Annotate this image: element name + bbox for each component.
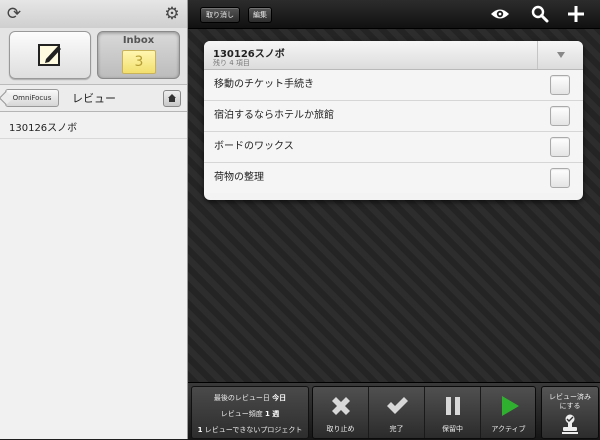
last-review-label: 最後のレビュー日 (213, 394, 270, 402)
main-toolbar: 取り消し 編集 (188, 0, 600, 29)
task-checkbox[interactable] (550, 75, 570, 95)
mark-reviewed-label-line1: レビュー済み (549, 393, 591, 401)
search-icon[interactable] (531, 5, 549, 23)
sidebar-item-label: 130126スノボ (9, 123, 78, 134)
last-review-value: 今日 (272, 394, 287, 402)
task-row[interactable]: 荷物の整理 (204, 163, 583, 193)
complete-button[interactable]: 完了 (369, 387, 425, 438)
inbox-label: Inbox (122, 35, 155, 46)
back-button-label: OmniFocus (12, 94, 52, 102)
last-review-line: 最後のレビュー日 今日 (192, 393, 308, 403)
task-row[interactable]: 移動のチケット手続き (204, 70, 583, 101)
review-info-panel: 最後のレビュー日 今日 レビュー頻度 1 週 1 レビューできないプロジェクト (191, 386, 309, 439)
quick-entry-button[interactable] (9, 31, 91, 79)
inbox-count-badge: 3 (122, 50, 156, 74)
task-row[interactable]: ボードのワックス (204, 132, 583, 163)
review-frequency-line: レビュー頻度 1 週 (192, 409, 308, 419)
pending-review-line: 1 レビューできないプロジェクト (192, 425, 308, 435)
checkmark-stamp-icon (562, 414, 578, 434)
back-button[interactable]: OmniFocus (0, 89, 59, 107)
mark-reviewed-label-line2: にする (559, 402, 581, 410)
pending-review-count: 1 (197, 426, 203, 434)
on-hold-label: 保留中 (442, 425, 463, 433)
review-frequency-label: レビュー頻度 (220, 410, 263, 418)
project-status-group: 取り止め 完了 保留中 アクティブ (312, 386, 536, 439)
compose-icon (38, 44, 61, 66)
play-icon (501, 396, 519, 416)
sidebar-nav-bar: OmniFocus レビュー (0, 85, 187, 112)
pause-icon (445, 397, 460, 415)
task-checkbox[interactable] (550, 168, 570, 188)
active-button[interactable]: アクティブ (481, 387, 535, 438)
task-row[interactable]: 宿泊するならホテルか旅館 (204, 101, 583, 132)
project-card: 130126スノボ 残り 4 項目 移動のチケット手続き 宿泊するならホテルか旅… (204, 41, 583, 200)
mark-reviewed-button[interactable]: レビュー済み にする (541, 386, 599, 439)
review-toolbar: 最後のレビュー日 今日 レビュー頻度 1 週 1 レビューできないプロジェクト … (188, 382, 600, 440)
task-checkbox[interactable] (550, 106, 570, 126)
sidebar-title: レビュー (72, 92, 116, 105)
project-header[interactable]: 130126スノボ 残り 4 項目 (204, 41, 583, 70)
task-label: 荷物の整理 (214, 172, 264, 183)
cancel-button[interactable]: 取り消し (200, 7, 240, 23)
edit-button[interactable]: 編集 (248, 7, 272, 23)
home-icon (168, 94, 176, 102)
eye-icon[interactable] (490, 7, 510, 21)
inbox-button[interactable]: Inbox 3 (97, 31, 180, 79)
add-icon[interactable] (567, 5, 585, 23)
gear-icon[interactable]: ⚙ (162, 4, 182, 24)
complete-label: 完了 (389, 425, 404, 433)
chevron-down-icon (557, 52, 565, 58)
collapse-button[interactable] (537, 41, 583, 69)
mark-reviewed-label: レビュー済み にする (542, 393, 598, 411)
sidebar-toolbar: ⟳ ⚙ (0, 0, 187, 29)
home-button[interactable] (163, 90, 181, 107)
check-icon (386, 397, 408, 414)
refresh-icon[interactable]: ⟳ (4, 4, 24, 24)
x-icon (331, 397, 350, 415)
pending-review-label: レビューできないプロジェクト (204, 426, 303, 434)
sidebar-item-project[interactable]: 130126スノボ (0, 112, 187, 139)
on-hold-button[interactable]: 保留中 (425, 387, 481, 438)
task-checkbox[interactable] (550, 137, 570, 157)
sidebar: ⟳ ⚙ Inbox 3 OmniFocus レビュー 130126スノボ (0, 0, 188, 439)
task-label: ボードのワックス (214, 141, 294, 152)
back-arrow-icon (0, 90, 14, 106)
task-label: 宿泊するならホテルか旅館 (214, 110, 334, 121)
review-frequency-value: 1 週 (264, 410, 280, 418)
quick-actions: Inbox 3 (0, 28, 187, 85)
drop-button[interactable]: 取り止め (313, 387, 369, 438)
project-remaining-count: 残り 4 項目 (213, 59, 250, 67)
drop-label: 取り止め (326, 425, 355, 433)
active-label: アクティブ (491, 425, 526, 433)
task-label: 移動のチケット手続き (214, 79, 314, 90)
